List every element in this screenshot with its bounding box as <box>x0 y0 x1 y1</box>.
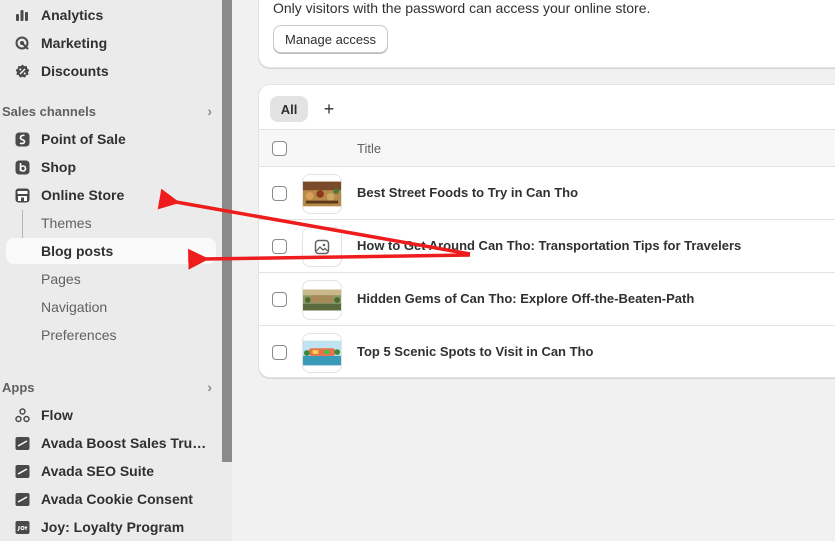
manage-access-button[interactable]: Manage access <box>273 25 389 53</box>
hidden-gems-thumbnail <box>302 280 342 320</box>
blog-post-title[interactable]: Best Street Foods to Try in Can Tho <box>357 185 578 200</box>
bar-chart-icon <box>14 7 30 23</box>
sidebar-subitem-preferences[interactable]: Preferences <box>41 322 116 348</box>
sidebar-item-shop[interactable]: Shop <box>6 154 216 180</box>
blog-post-title[interactable]: How to Get Around Can Tho: Transportatio… <box>357 238 741 253</box>
sidebar-subitem-blog-posts[interactable]: Blog posts <box>6 238 216 264</box>
sidebar-scroll-track[interactable] <box>222 462 232 541</box>
sidebar-item-label: Shop <box>41 159 76 175</box>
sidebar: Analytics Marketing Discounts Sales chan… <box>0 0 222 541</box>
tab-all[interactable]: All <box>270 96 308 122</box>
row-checkbox[interactable] <box>272 239 287 254</box>
view-tabs: All + <box>259 85 835 130</box>
apps-heading[interactable]: Apps › <box>2 377 216 397</box>
sidebar-item-analytics[interactable]: Analytics <box>6 2 216 28</box>
sidebar-subitem-navigation[interactable]: Navigation <box>41 294 107 320</box>
sidebar-item-label: Online Store <box>41 187 125 203</box>
sales-channels-heading[interactable]: Sales channels › <box>2 101 216 121</box>
chevron-right-icon: › <box>207 103 212 119</box>
sidebar-item-label: Avada SEO Suite <box>41 463 155 479</box>
row-checkbox[interactable] <box>272 292 287 307</box>
blog-post-title[interactable]: Top 5 Scenic Spots to Visit in Can Tho <box>357 344 593 359</box>
sidebar-item-avada-seo-suite[interactable]: Avada SEO Suite <box>6 458 216 484</box>
avada-icon <box>14 491 30 507</box>
chevron-right-icon: › <box>207 379 212 395</box>
table-header: Title <box>259 130 835 167</box>
table-row[interactable]: Top 5 Scenic Spots to Visit in Can Tho <box>259 326 835 377</box>
section-heading-label: Sales channels <box>2 103 96 119</box>
sidebar-item-online-store[interactable]: Online Store <box>6 182 216 208</box>
select-all-checkbox[interactable] <box>272 141 287 156</box>
table-row[interactable]: Hidden Gems of Can Tho: Explore Off-the-… <box>259 273 835 326</box>
section-heading-label: Apps <box>2 379 35 395</box>
sidebar-item-joy-loyalty[interactable]: Joy: Loyalty Program <box>6 514 216 540</box>
sidebar-item-avada-boost-sales[interactable]: Avada Boost Sales Trust ... <box>6 430 216 456</box>
sidebar-item-label: Avada Cookie Consent <box>41 491 193 507</box>
sidebar-item-label: Avada Boost Sales Trust ... <box>41 435 211 451</box>
scenic-spots-thumbnail <box>302 333 342 373</box>
flow-icon <box>14 407 30 423</box>
sidebar-item-label: Discounts <box>41 63 109 79</box>
sidebar-subitem-themes[interactable]: Themes <box>41 210 92 236</box>
sidebar-item-label: Marketing <box>41 35 108 51</box>
sidebar-item-label: Point of Sale <box>41 131 126 147</box>
sidebar-subitem-pages[interactable]: Pages <box>41 266 81 292</box>
column-header-title: Title <box>357 141 382 156</box>
sidebar-item-label: Joy: Loyalty Program <box>41 519 185 535</box>
blog-posts-card: All + Title Best Street Foods to Try in … <box>258 84 835 378</box>
sidebar-item-point-of-sale[interactable]: Point of Sale <box>6 126 216 152</box>
sidebar-item-discounts[interactable]: Discounts <box>6 58 216 84</box>
sidebar-item-marketing[interactable]: Marketing <box>6 30 216 56</box>
sidebar-item-flow[interactable]: Flow <box>6 402 216 428</box>
row-checkbox[interactable] <box>272 345 287 360</box>
sidebar-item-label: Flow <box>41 407 73 423</box>
sidebar-item-label: Analytics <box>41 7 104 23</box>
target-icon <box>14 35 30 51</box>
table-row[interactable]: How to Get Around Can Tho: Transportatio… <box>259 220 835 273</box>
avada-icon <box>14 463 30 479</box>
sidebar-scrollbar[interactable] <box>222 0 232 462</box>
image-placeholder-icon <box>302 227 342 267</box>
joy-icon <box>14 519 30 535</box>
street-food-thumbnail <box>302 174 342 214</box>
sidebar-item-avada-cookie-consent[interactable]: Avada Cookie Consent <box>6 486 216 512</box>
shop-icon <box>14 159 30 175</box>
password-notice-text: Only visitors with the password can acce… <box>273 0 651 16</box>
row-checkbox[interactable] <box>272 186 287 201</box>
add-view-button[interactable]: + <box>319 96 339 122</box>
blog-post-title[interactable]: Hidden Gems of Can Tho: Explore Off-the-… <box>357 291 694 306</box>
discount-icon <box>14 63 30 79</box>
store-icon <box>14 187 30 203</box>
avada-icon <box>14 435 30 451</box>
table-row[interactable]: Best Street Foods to Try in Can Tho <box>259 167 835 220</box>
pos-icon <box>14 131 30 147</box>
